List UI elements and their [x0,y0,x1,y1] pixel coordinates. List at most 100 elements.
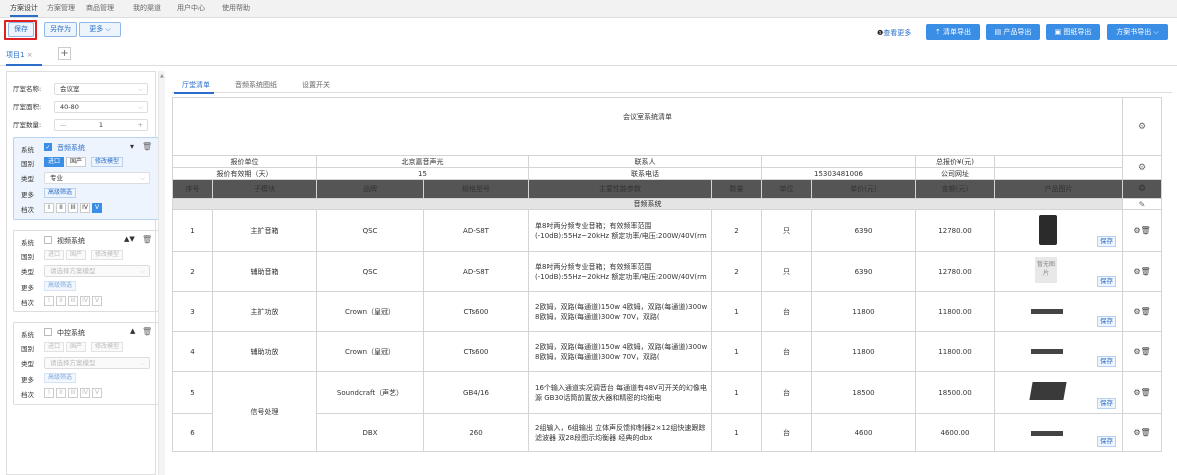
control-system-checkbox[interactable] [44,328,52,336]
settings-icon[interactable]: ⚙ [1133,428,1140,437]
hall-name-select[interactable]: 会议室 ⌵ [54,83,148,95]
level-4[interactable]: IV [80,388,90,398]
trash-icon[interactable]: 🗑︎ [1141,267,1151,276]
level-5[interactable]: V [92,203,102,213]
product-image-cell[interactable]: 保存 [994,413,1123,452]
image-save-button[interactable]: 保存 [1097,236,1116,247]
gear-icon[interactable]: ⚙ [1122,155,1162,180]
row-module: 信号处理 [212,371,317,452]
menu-help[interactable]: 使用帮助 [222,0,250,17]
product-export-button[interactable]: ▤ 产品导出 [986,24,1040,40]
product-image-cell[interactable]: 暂无图片 保存 [994,251,1123,292]
level-3[interactable]: III [68,296,78,306]
left-panel-scrollbar[interactable]: ▲ [158,71,165,475]
image-save-button[interactable]: 保存 [1097,316,1116,327]
trash-icon[interactable]: 🗑︎ [142,327,152,336]
level-1[interactable]: I [44,203,54,213]
domestic-option[interactable]: 国产 [66,342,87,352]
import-option[interactable]: 进口 [44,342,65,352]
type-select[interactable]: 请选择方案模型 ⌵ [44,265,150,277]
settings-icon[interactable]: ⚙ [1133,267,1140,276]
image-save-button[interactable]: 保存 [1097,356,1116,367]
level-1[interactable]: I [44,388,54,398]
drawing-export-button[interactable]: ▣ 图纸导出 [1046,24,1100,40]
level-1[interactable]: I [44,296,54,306]
save-as-button[interactable]: 另存为 [44,22,77,37]
trash-icon[interactable]: 🗑︎ [1141,307,1151,316]
hall-count-stepper[interactable]: — 1 + [54,119,148,131]
trash-icon[interactable]: 🗑︎ [1141,347,1151,356]
domestic-option[interactable]: 国产 [66,157,87,167]
menu-design[interactable]: 方案设计 [10,0,38,17]
product-image-cell[interactable]: 保存 [994,209,1123,252]
gear-icon[interactable]: ⚙ [1122,179,1162,199]
settings-icon[interactable]: ⚙ [1133,388,1140,397]
edit-model-button[interactable]: 修改模型 [91,157,124,167]
table-title: 会议室系统清单 [172,97,1123,136]
advanced-filter-button[interactable]: 高级筛选 [44,188,77,198]
row-unit: 台 [761,371,812,414]
sort-icon[interactable]: ▲▼ [124,235,135,243]
level-4[interactable]: IV [80,203,90,213]
menu-product-manage[interactable]: 商品管理 [86,0,114,17]
table-row: 6 DBX 260 2组输入，6组输出 立体声反馈抑制器2×12组快速跟踪滤波器 双2… [172,413,1162,452]
settings-icon[interactable]: ⚙ [1133,347,1140,356]
settings-icon[interactable]: ⚙ [1133,226,1140,235]
level-3[interactable]: III [68,203,78,213]
project-tab-label: 项目1 [6,51,25,59]
tab-settings[interactable]: 设置开关 [302,80,330,90]
type-select[interactable]: 请选择方案模型 ⌵ [44,357,150,369]
hall-area-label: 厅室面积: [13,103,42,111]
hall-area-select[interactable]: 40-80 ⌵ [54,101,148,113]
trash-icon[interactable]: 🗑︎ [142,142,152,151]
list-export-button[interactable]: ⇡ 清单导出 [926,24,980,40]
import-option[interactable]: 进口 [44,157,65,167]
view-more-link[interactable]: ❶查看更多 [877,28,911,38]
level-2[interactable]: II [56,388,66,398]
edit-model-button[interactable]: 修改模型 [91,342,124,352]
settings-icon[interactable]: ⚙ [1133,307,1140,316]
caret-down-icon[interactable]: ▾ [130,142,134,151]
plus-icon[interactable]: + [138,120,143,130]
image-save-button[interactable]: 保存 [1097,276,1116,287]
level-5[interactable]: V [92,388,102,398]
product-image-cell[interactable]: 保存 [994,371,1123,414]
domestic-option[interactable]: 国产 [66,250,87,260]
product-image-cell[interactable]: 保存 [994,331,1123,372]
caret-up-icon[interactable]: ▲ [130,327,135,335]
menu-channel[interactable]: 我的渠道 [133,0,161,17]
trash-icon[interactable]: 🗑︎ [1141,388,1151,397]
level-4[interactable]: IV [80,296,90,306]
trash-icon[interactable]: 🗑︎ [1141,226,1151,235]
edit-icon[interactable]: ✎ [1122,198,1162,210]
type-select[interactable]: 专业 ⌵ [44,172,150,184]
product-image-cell[interactable]: 保存 [994,291,1123,332]
import-option[interactable]: 进口 [44,250,65,260]
more-dropdown[interactable]: 更多 ⌵ [79,22,121,37]
level-2[interactable]: II [56,203,66,213]
tab-hall-list[interactable]: 厅堂清单 [182,80,210,90]
minus-icon[interactable]: — [60,120,67,130]
edit-model-button[interactable]: 修改模型 [91,250,124,260]
audio-system-checkbox[interactable]: ✓ [44,143,52,151]
trash-icon[interactable]: 🗑︎ [142,235,152,244]
level-5[interactable]: V [92,296,102,306]
tab-audio-drawing[interactable]: 音频系统图纸 [235,80,277,90]
menu-plan-manage[interactable]: 方案管理 [47,0,75,17]
close-icon[interactable]: × [27,51,33,59]
advanced-filter-button[interactable]: 高级筛选 [44,373,77,383]
video-system-checkbox[interactable] [44,236,52,244]
add-tab-button[interactable]: + [58,47,71,60]
advanced-filter-button[interactable]: 高级筛选 [44,281,77,291]
trash-icon[interactable]: 🗑︎ [1141,428,1151,437]
level-3[interactable]: III [68,388,78,398]
menu-user-center[interactable]: 用户中心 [177,0,205,17]
scroll-up-icon[interactable]: ▲ [160,73,164,79]
project-tab[interactable]: 项目1 × [6,50,33,60]
type-label: 类型 [21,360,34,368]
level-2[interactable]: II [56,296,66,306]
proposal-export-dropdown[interactable]: 方案书导出 ⌵ [1107,24,1168,40]
gear-icon[interactable]: ⚙ [1122,97,1162,156]
image-save-button[interactable]: 保存 [1097,436,1116,447]
image-save-button[interactable]: 保存 [1097,398,1116,409]
